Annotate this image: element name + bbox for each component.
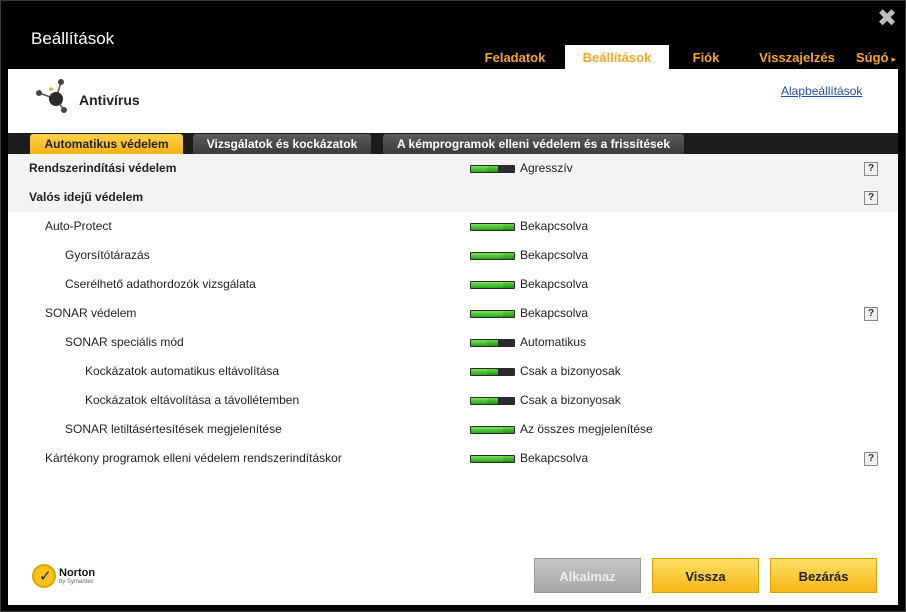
defaults-link[interactable]: Alapbeállítások [781, 84, 862, 98]
setting-value: Bekapcsolva [520, 306, 589, 320]
settings-list: Rendszerindítási védelem Agresszív ? Val… [8, 154, 898, 473]
close-button[interactable]: Bezárás [770, 558, 877, 593]
setting-label: SONAR letiltásértesítések megjelenítése [65, 422, 282, 436]
setting-row: Valós idejű védelem ? [8, 183, 898, 212]
section-header: Antivírus Alapbeállítások [8, 69, 898, 133]
apply-button[interactable]: Alkalmaz [534, 558, 641, 593]
slider-fill [471, 282, 503, 288]
help-icon[interactable]: ? [864, 162, 878, 176]
tab-feladatok[interactable]: Feladatok [471, 45, 559, 69]
setting-row: Cserélhető adathordozók vizsgálata Bekap… [8, 270, 898, 299]
norton-logo: ✓ Norton by Symantec [32, 564, 102, 590]
setting-label: Kockázatok eltávolítása a távollétemben [85, 393, 300, 407]
setting-slider[interactable] [470, 339, 515, 347]
subtab-bar: Automatikus védelem Vizsgálatok és kocká… [8, 133, 898, 154]
norton-brand: Norton [59, 567, 96, 579]
subtab-scans-risks[interactable]: Vizsgálatok és kockázatok [193, 134, 371, 154]
subtab-spyware-updates[interactable]: A kémprogramok elleni védelem és a friss… [383, 134, 684, 154]
setting-value: Bekapcsolva [520, 451, 589, 465]
slider-knob[interactable] [503, 282, 514, 288]
setting-label: Gyorsítótárazás [65, 248, 150, 262]
slider-knob[interactable] [487, 369, 498, 375]
slider-fill [471, 253, 503, 259]
chevron-right-icon: ▸ [891, 54, 897, 64]
slider-knob[interactable] [503, 224, 514, 230]
setting-label: Rendszerindítási védelem [29, 161, 177, 175]
setting-label: Auto-Protect [45, 219, 112, 233]
setting-row: Gyorsítótárazás Bekapcsolva [8, 241, 898, 270]
slider-fill [471, 166, 487, 172]
setting-label: Kártékony programok elleni védelem rends… [45, 451, 342, 465]
help-icon[interactable]: ? [864, 191, 878, 205]
setting-value: Bekapcsolva [520, 219, 589, 233]
settings-panel: Antivírus Alapbeállítások Automatikus vé… [8, 69, 898, 605]
setting-slider[interactable] [470, 310, 515, 318]
setting-label: SONAR védelem [45, 306, 137, 320]
slider-knob[interactable] [503, 253, 514, 259]
setting-row: Kockázatok eltávolítása a távollétemben … [8, 386, 898, 415]
setting-slider[interactable] [470, 368, 515, 376]
tab-visszajelzes[interactable]: Visszajelzés [749, 45, 845, 69]
close-icon[interactable]: ✖ [877, 7, 897, 31]
slider-fill [471, 427, 503, 433]
setting-value: Csak a bizonyosak [520, 393, 621, 407]
setting-row: SONAR védelem Bekapcsolva ? [8, 299, 898, 328]
setting-slider[interactable] [470, 281, 515, 289]
tab-sugo[interactable]: Súgó ▸ [851, 45, 901, 69]
norton-by: by Symantec [59, 579, 94, 585]
back-button[interactable]: Vissza [652, 558, 759, 593]
setting-label: Kockázatok automatikus eltávolítása [85, 364, 280, 378]
setting-row: Auto-Protect Bekapcsolva [8, 212, 898, 241]
tab-beallitasok[interactable]: Beállítások [565, 45, 669, 69]
setting-value: Csak a bizonyosak [520, 364, 621, 378]
slider-fill [471, 398, 487, 404]
antivirus-icon [36, 79, 67, 113]
setting-value: Az összes megjelenítése [520, 422, 653, 436]
setting-slider[interactable] [470, 165, 515, 173]
setting-value: Bekapcsolva [520, 248, 589, 262]
setting-label: SONAR speciális mód [65, 335, 184, 349]
slider-fill [471, 340, 487, 346]
slider-knob[interactable] [487, 398, 498, 404]
setting-value: Bekapcsolva [520, 277, 589, 291]
help-icon[interactable]: ? [864, 452, 878, 466]
setting-label: Cserélhető adathordozók vizsgálata [65, 277, 256, 291]
setting-value: Agresszív [520, 161, 573, 175]
setting-slider[interactable] [470, 455, 515, 463]
help-icon[interactable]: ? [864, 307, 878, 321]
slider-fill [471, 224, 503, 230]
slider-knob[interactable] [503, 456, 514, 462]
setting-value: Automatikus [520, 335, 587, 349]
slider-knob[interactable] [503, 311, 514, 317]
tab-fiok[interactable]: Fiók [679, 45, 733, 69]
slider-fill [471, 311, 503, 317]
setting-slider[interactable] [470, 426, 515, 434]
setting-row: Rendszerindítási védelem Agresszív ? [8, 154, 898, 183]
subtab-auto-protect[interactable]: Automatikus védelem [30, 134, 183, 154]
tab-sugo-label: Súgó [855, 50, 889, 65]
setting-row: Kártékony programok elleni védelem rends… [8, 444, 898, 473]
setting-slider[interactable] [470, 223, 515, 231]
slider-knob[interactable] [487, 166, 498, 172]
section-title: Antivírus [79, 92, 140, 108]
slider-fill [471, 369, 487, 375]
slider-knob[interactable] [503, 427, 514, 433]
setting-row: Kockázatok automatikus eltávolítása Csak… [8, 357, 898, 386]
slider-knob[interactable] [487, 340, 498, 346]
setting-row: SONAR letiltásértesítések megjelenítése … [8, 415, 898, 444]
setting-label: Valós idejű védelem [29, 190, 144, 204]
setting-row: SONAR speciális mód Automatikus [8, 328, 898, 357]
setting-slider[interactable] [470, 397, 515, 405]
settings-window: Beállítások ✖ Feladatok Beállítások Fiók… [0, 0, 906, 612]
slider-fill [471, 456, 503, 462]
norton-check-icon: ✓ [32, 564, 56, 588]
top-navigation: Feladatok Beállítások Fiók Visszajelzés … [1, 45, 906, 69]
setting-slider[interactable] [470, 252, 515, 260]
